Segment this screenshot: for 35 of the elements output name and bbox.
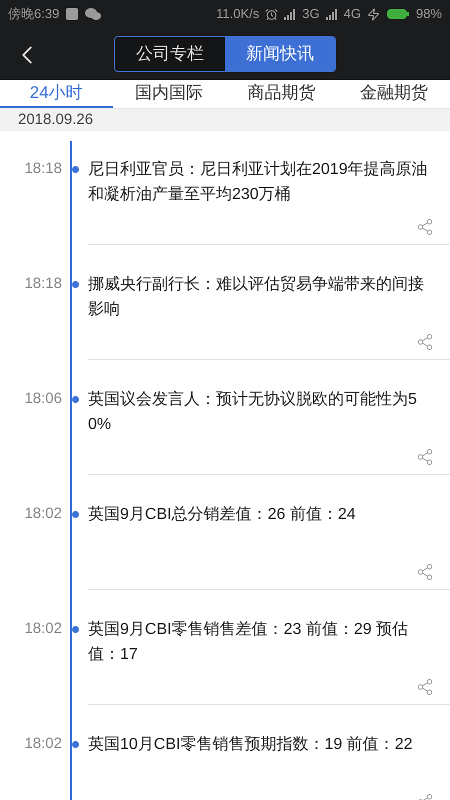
category-tab[interactable]: 商品期货 <box>225 80 338 108</box>
news-headline[interactable]: 尼日利亚官员：尼日利亚计划在2019年提高原油和凝析油产量至平均230万桶 <box>88 157 428 207</box>
news-headline[interactable]: 英国9月CBI零售销售差值：23 前值：29 预估值：17 <box>88 617 428 667</box>
news-headline[interactable]: 英国10月CBI零售销售预期指数：19 前值：22 <box>88 732 428 757</box>
battery-level: 98% <box>416 5 442 24</box>
news-time: 18:18 <box>23 274 62 294</box>
signal-icon <box>284 8 296 20</box>
alarm-icon <box>265 8 278 20</box>
network-type: 3G <box>302 5 320 24</box>
app-icon <box>65 7 80 21</box>
battery-icon <box>386 8 410 20</box>
news-headline[interactable]: 挪威央行副行长：难以评估贸易争端带来的间接影响 <box>88 272 428 322</box>
status-time: 傍晚6:39 <box>8 5 60 24</box>
segment-tab[interactable]: 公司专栏 <box>115 37 225 71</box>
news-time: 18:02 <box>23 504 62 524</box>
category-tab[interactable]: 国内国际 <box>112 80 225 108</box>
news-headline[interactable]: 英国议会发言人：预计无协议脱欧的可能性为50% <box>88 387 428 437</box>
share-icon[interactable] <box>416 333 434 351</box>
charging-icon <box>366 8 380 20</box>
signal-icon <box>326 8 338 20</box>
news-time: 18:02 <box>23 619 62 639</box>
segment-tab[interactable]: 新闻快讯 <box>225 37 335 71</box>
share-icon[interactable] <box>416 448 434 466</box>
network-speed: 11.0K/s <box>216 5 260 24</box>
share-icon[interactable] <box>416 218 434 236</box>
news-time: 18:06 <box>23 389 62 409</box>
news-time: 18:18 <box>23 159 62 179</box>
date-label: 2018.09.26 <box>18 110 94 130</box>
chat-icon <box>85 7 102 21</box>
share-icon[interactable] <box>416 563 434 581</box>
share-icon[interactable] <box>416 678 434 696</box>
news-time: 18:02 <box>23 734 62 754</box>
category-tab[interactable]: 金融期货 <box>338 80 450 108</box>
network-type: 4G <box>344 5 361 24</box>
news-headline[interactable]: 英国9月CBI总分销差值：26 前值：24 <box>88 502 428 527</box>
